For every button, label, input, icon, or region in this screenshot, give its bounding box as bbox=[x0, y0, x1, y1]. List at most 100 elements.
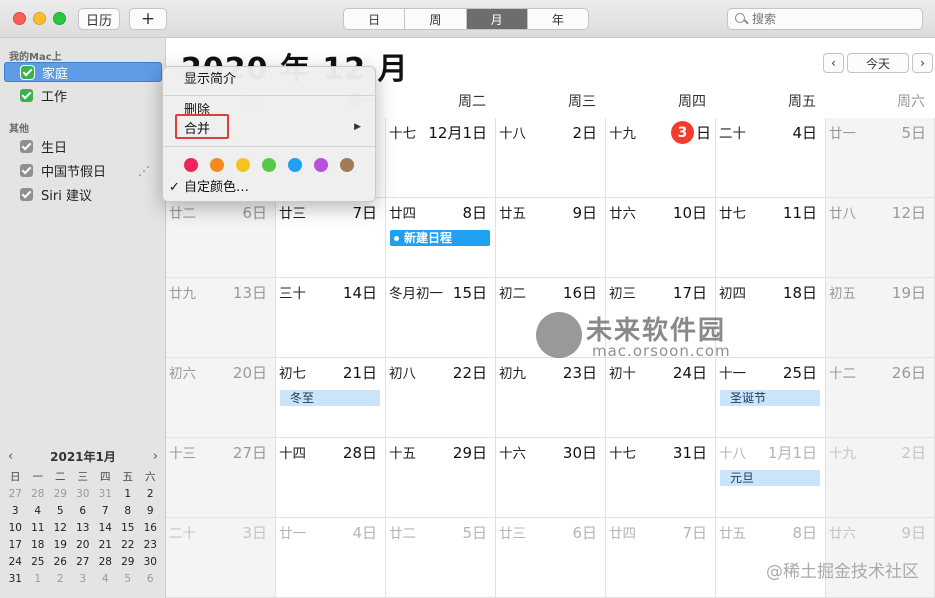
day-cell[interactable]: 十九 3 日 bbox=[606, 118, 716, 198]
mini-day[interactable]: 19 bbox=[49, 537, 72, 553]
day-cell[interactable]: 二十 4日 bbox=[716, 118, 826, 198]
mini-day[interactable]: 18 bbox=[27, 537, 50, 553]
day-cell[interactable]: 廿四 8日 新建日程 bbox=[386, 198, 496, 278]
sidebar-calendar-item[interactable]: Siri 建议 bbox=[4, 184, 162, 204]
calendar-checkbox[interactable] bbox=[20, 139, 33, 153]
sidebar-calendar-item[interactable]: 中国节假日 ⋰ bbox=[4, 160, 162, 180]
day-cell[interactable]: 廿六 10日 bbox=[606, 198, 716, 278]
day-cell[interactable]: 十四 28日 bbox=[276, 438, 386, 518]
mini-day[interactable]: 17 bbox=[4, 537, 27, 553]
day-cell[interactable]: 十八 2日 bbox=[496, 118, 606, 198]
new-event[interactable]: 新建日程 bbox=[390, 230, 490, 246]
day-cell[interactable]: 十七 12月1日 bbox=[386, 118, 496, 198]
mini-prev-month-icon[interactable]: ‹ bbox=[8, 449, 13, 464]
calendar-checkbox[interactable] bbox=[20, 163, 33, 177]
mini-day[interactable]: 20 bbox=[72, 537, 95, 553]
day-cell[interactable]: 初七 21日 冬至 bbox=[276, 358, 386, 438]
mini-day[interactable]: 25 bbox=[27, 554, 50, 570]
holiday-event[interactable]: 冬至 bbox=[280, 390, 380, 406]
day-cell[interactable]: 廿三 6日 bbox=[496, 518, 606, 598]
mini-day[interactable]: 3 bbox=[4, 503, 27, 519]
day-cell[interactable]: 廿四 7日 bbox=[606, 518, 716, 598]
day-cell[interactable]: 初三 17日 bbox=[606, 278, 716, 358]
day-cell[interactable]: 初二 16日 bbox=[496, 278, 606, 358]
day-cell[interactable]: 廿八 12日 bbox=[826, 198, 935, 278]
view-tab-0[interactable]: 日 bbox=[344, 9, 406, 29]
color-swatch[interactable] bbox=[210, 158, 224, 172]
mini-day[interactable]: 31 bbox=[94, 486, 117, 502]
day-cell[interactable]: 廿二 6日 bbox=[166, 198, 276, 278]
zoom-window-button[interactable] bbox=[53, 12, 66, 25]
view-tab-1[interactable]: 周 bbox=[405, 9, 467, 29]
day-cell[interactable]: 初八 22日 bbox=[386, 358, 496, 438]
next-month-button[interactable]: › bbox=[912, 53, 933, 73]
menu-item-show-info[interactable]: 显示简介 bbox=[163, 70, 375, 90]
holiday-event[interactable]: 圣诞节 bbox=[720, 390, 820, 406]
mini-day[interactable]: 4 bbox=[27, 503, 50, 519]
mini-day[interactable]: 27 bbox=[72, 554, 95, 570]
mini-day[interactable]: 30 bbox=[72, 486, 95, 502]
day-cell[interactable]: 十九 2日 bbox=[826, 438, 935, 518]
day-cell[interactable]: 廿一 4日 bbox=[276, 518, 386, 598]
day-cell[interactable]: 初四 18日 bbox=[716, 278, 826, 358]
day-cell[interactable]: 十六 30日 bbox=[496, 438, 606, 518]
mini-day[interactable]: 15 bbox=[117, 520, 140, 536]
day-cell[interactable]: 十八 1月1日 元旦 bbox=[716, 438, 826, 518]
color-swatch[interactable] bbox=[340, 158, 354, 172]
sidebar-calendar-item[interactable]: 工作 bbox=[4, 85, 162, 105]
day-cell[interactable]: 廿五 9日 bbox=[496, 198, 606, 278]
day-cell[interactable]: 三十 14日 bbox=[276, 278, 386, 358]
search-input[interactable] bbox=[752, 12, 912, 26]
sidebar-calendar-item[interactable]: 家庭 bbox=[4, 62, 162, 82]
mini-day[interactable]: 22 bbox=[117, 537, 140, 553]
mini-day[interactable]: 13 bbox=[72, 520, 95, 536]
color-swatch[interactable] bbox=[262, 158, 276, 172]
minimize-window-button[interactable] bbox=[33, 12, 46, 25]
day-cell[interactable]: 廿三 7日 bbox=[276, 198, 386, 278]
day-cell[interactable]: 十三 27日 bbox=[166, 438, 276, 518]
mini-day[interactable]: 14 bbox=[94, 520, 117, 536]
mini-day[interactable]: 21 bbox=[94, 537, 117, 553]
mini-day[interactable]: 31 bbox=[4, 571, 27, 587]
search-field[interactable] bbox=[727, 8, 923, 30]
mini-day[interactable]: 28 bbox=[27, 486, 50, 502]
mini-day[interactable]: 10 bbox=[4, 520, 27, 536]
day-cell[interactable]: 十五 29日 bbox=[386, 438, 496, 518]
day-cell[interactable]: 初九 23日 bbox=[496, 358, 606, 438]
mini-day[interactable]: 5 bbox=[117, 571, 140, 587]
color-swatch[interactable] bbox=[236, 158, 250, 172]
day-cell[interactable]: 初五 19日 bbox=[826, 278, 935, 358]
mini-day[interactable]: 6 bbox=[139, 571, 162, 587]
mini-day[interactable]: 8 bbox=[117, 503, 140, 519]
color-swatch[interactable] bbox=[314, 158, 328, 172]
day-cell[interactable]: 十一 25日 圣诞节 bbox=[716, 358, 826, 438]
mini-day[interactable]: 24 bbox=[4, 554, 27, 570]
mini-day[interactable]: 30 bbox=[139, 554, 162, 570]
day-cell[interactable]: 冬月初一 15日 bbox=[386, 278, 496, 358]
mini-day[interactable]: 9 bbox=[139, 503, 162, 519]
mini-day[interactable]: 1 bbox=[117, 486, 140, 502]
mini-day[interactable]: 27 bbox=[4, 486, 27, 502]
calendar-checkbox[interactable] bbox=[20, 187, 33, 201]
mini-day[interactable]: 26 bbox=[49, 554, 72, 570]
day-cell[interactable]: 廿七 11日 bbox=[716, 198, 826, 278]
holiday-event[interactable]: 元旦 bbox=[720, 470, 820, 486]
mini-day[interactable]: 16 bbox=[139, 520, 162, 536]
day-cell[interactable]: 廿九 13日 bbox=[166, 278, 276, 358]
previous-month-button[interactable]: ‹ bbox=[823, 53, 844, 73]
mini-day[interactable]: 11 bbox=[27, 520, 50, 536]
calendar-checkbox[interactable] bbox=[20, 88, 33, 102]
mini-day[interactable]: 29 bbox=[49, 486, 72, 502]
mini-day[interactable]: 7 bbox=[94, 503, 117, 519]
day-cell[interactable]: 十七 31日 bbox=[606, 438, 716, 518]
view-tab-2[interactable]: 月 bbox=[466, 9, 528, 29]
calendars-toggle-button[interactable]: 日历 bbox=[78, 8, 120, 30]
mini-day[interactable]: 5 bbox=[49, 503, 72, 519]
today-button[interactable]: 今天 bbox=[847, 53, 909, 73]
mini-next-month-icon[interactable]: › bbox=[153, 449, 158, 464]
close-window-button[interactable] bbox=[13, 12, 26, 25]
day-cell[interactable]: 廿二 5日 bbox=[386, 518, 496, 598]
mini-day[interactable]: 23 bbox=[139, 537, 162, 553]
menu-item-custom-color[interactable]: 自定颜色… bbox=[163, 178, 375, 198]
calendar-checkbox[interactable] bbox=[21, 65, 34, 79]
